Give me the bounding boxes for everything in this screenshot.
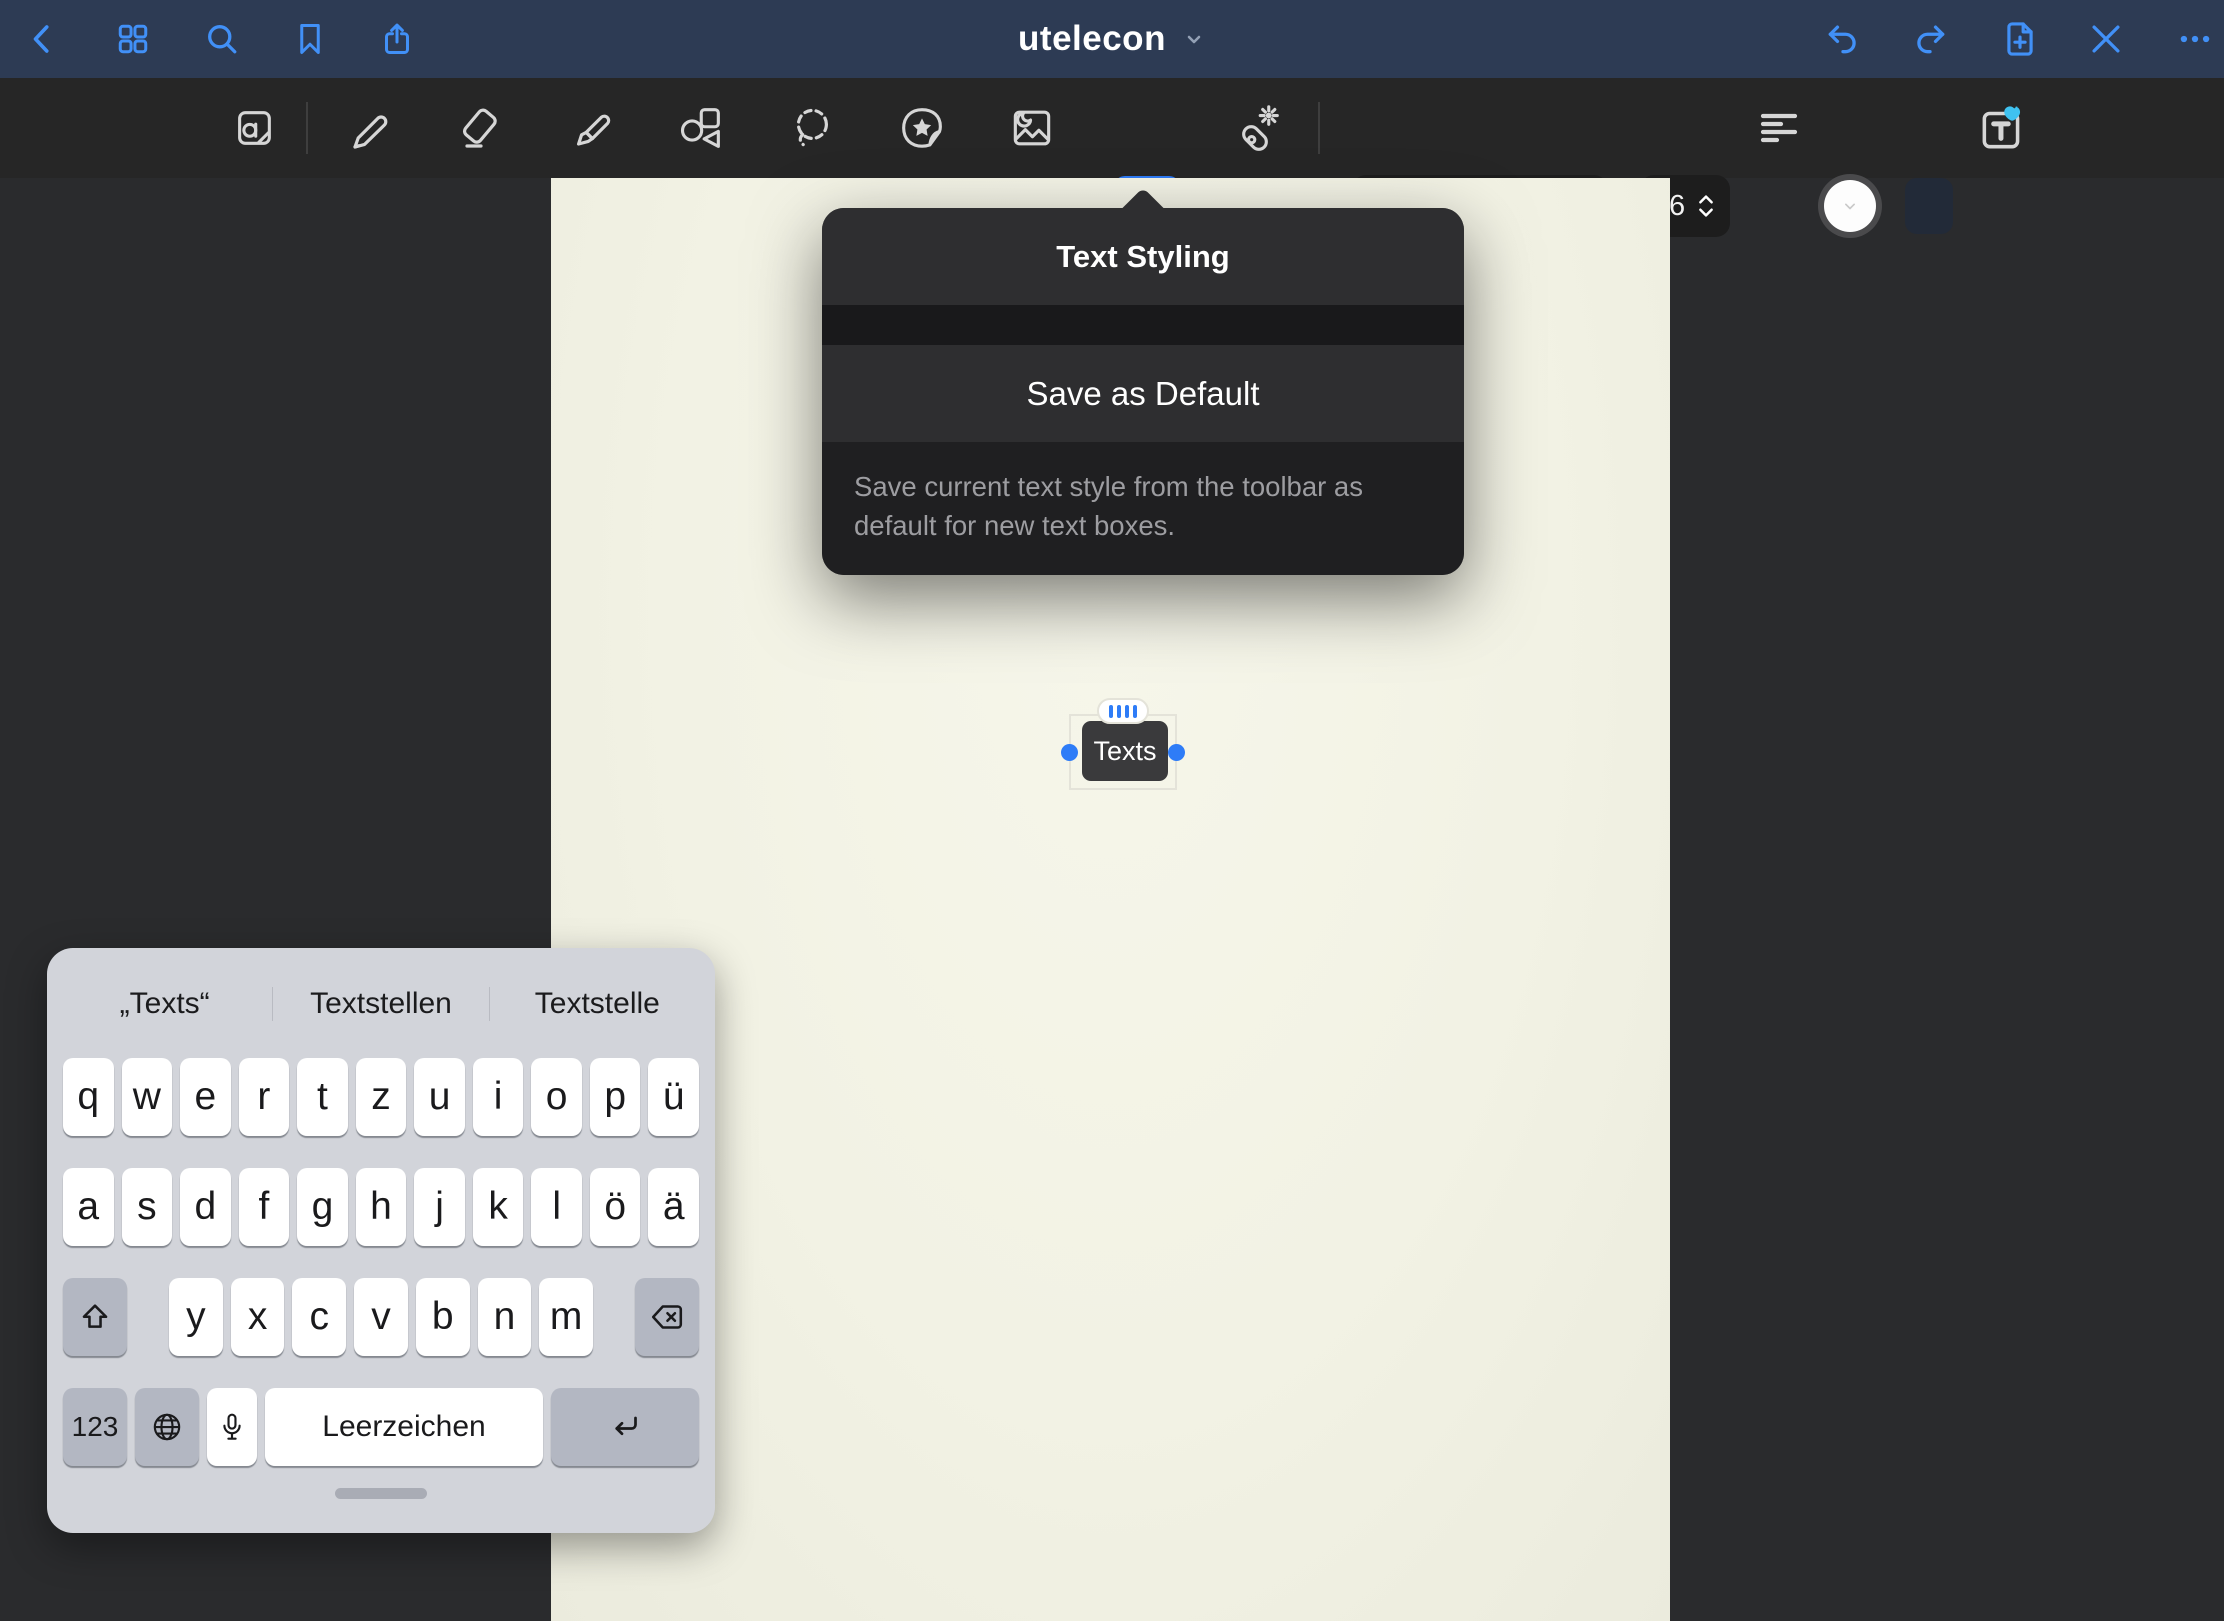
key-row-4: 123 Leerzeichen (63, 1388, 699, 1466)
shapes-tool-icon[interactable] (666, 78, 734, 178)
text-object-grip-handle[interactable] (1097, 698, 1149, 724)
suggestion-bar: „Texts“ Textstellen Textstelle (57, 962, 705, 1046)
key-x[interactable]: x (231, 1278, 285, 1356)
return-key[interactable] (551, 1388, 699, 1466)
key-h[interactable]: h (356, 1168, 407, 1246)
share-icon[interactable] (362, 0, 432, 78)
space-key[interactable]: Leerzeichen (265, 1388, 543, 1466)
more-icon[interactable] (2160, 0, 2224, 78)
bookmark-icon[interactable] (275, 0, 345, 78)
key-v[interactable]: v (354, 1278, 408, 1356)
key-g[interactable]: g (297, 1168, 348, 1246)
navbar: utelecon (0, 0, 2224, 78)
laser-tool-icon[interactable] (1221, 78, 1289, 178)
image-tool-icon[interactable] (998, 78, 1066, 178)
key-i[interactable]: i (473, 1058, 524, 1136)
swatch-chevron-icon (1840, 196, 1860, 216)
save-as-default-button[interactable]: Save as Default (822, 345, 1464, 442)
eraser-tool-icon[interactable] (446, 78, 514, 178)
key-q[interactable]: q (63, 1058, 114, 1136)
popover-title: Text Styling (822, 208, 1464, 305)
row3-spacer (135, 1278, 161, 1356)
text-object-label: Texts (1093, 736, 1156, 767)
key-d[interactable]: d (180, 1168, 231, 1246)
stepper-chevrons-icon (1695, 191, 1717, 221)
floating-keyboard: „Texts“ Textstellen Textstelle qwertzuio… (47, 948, 715, 1533)
highlighter-tool-icon[interactable] (559, 78, 627, 178)
app-window: utelecon (0, 0, 2224, 1621)
key-row-2: asdfghjklöä (63, 1168, 699, 1246)
pen-tool-icon[interactable] (335, 78, 403, 178)
key-o[interactable]: o (531, 1058, 582, 1136)
key-l[interactable]: l (531, 1168, 582, 1246)
popover-divider-band (822, 305, 1464, 345)
text-object[interactable]: Texts (1082, 721, 1168, 781)
search-icon[interactable] (187, 0, 257, 78)
pencil-x-icon[interactable] (2071, 0, 2141, 78)
row3-letters: yxcvbnm (169, 1278, 593, 1356)
key-c[interactable]: c (292, 1278, 346, 1356)
key-s[interactable]: s (122, 1168, 173, 1246)
toolbar: T HiraginoSans-... 16 (0, 78, 2224, 178)
row3-spacer (601, 1278, 627, 1356)
suggestion-2[interactable]: Textstelle (489, 987, 705, 1021)
text-object-left-resize-handle[interactable] (1061, 744, 1078, 761)
key-u[interactable]: u (414, 1058, 465, 1136)
shift-key[interactable] (63, 1278, 127, 1356)
sticker-tool-icon[interactable] (888, 78, 956, 178)
undo-icon[interactable] (1808, 0, 1878, 78)
globe-key[interactable] (135, 1388, 199, 1466)
back-icon[interactable] (8, 0, 78, 78)
key-ü[interactable]: ü (648, 1058, 699, 1136)
key-y[interactable]: y (169, 1278, 223, 1356)
grid-icon[interactable] (98, 0, 168, 78)
key-e[interactable]: e (180, 1058, 231, 1136)
key-row-1: qwertzuiopü (63, 1058, 699, 1136)
text-align-icon[interactable] (1745, 78, 1813, 178)
numbers-key[interactable]: 123 (63, 1388, 127, 1466)
key-k[interactable]: k (473, 1168, 524, 1246)
suggestion-1[interactable]: Textstellen (272, 987, 488, 1021)
key-row-3: yxcvbnm (63, 1278, 699, 1356)
toolbar-separator (306, 102, 308, 154)
redo-icon[interactable] (1895, 0, 1965, 78)
key-ä[interactable]: ä (648, 1168, 699, 1246)
title-chevron-icon (1182, 27, 1206, 51)
writing-aid-icon[interactable] (220, 78, 288, 178)
key-f[interactable]: f (239, 1168, 290, 1246)
key-j[interactable]: j (414, 1168, 465, 1246)
key-w[interactable]: w (122, 1058, 173, 1136)
lasso-tool-icon[interactable] (778, 78, 846, 178)
text-color-swatch[interactable] (1818, 174, 1882, 238)
key-z[interactable]: z (356, 1058, 407, 1136)
dictation-key[interactable] (207, 1388, 257, 1466)
backspace-key[interactable] (635, 1278, 699, 1356)
key-a[interactable]: a (63, 1168, 114, 1246)
document-title[interactable]: utelecon (1018, 19, 1166, 59)
keyboard-drag-handle[interactable] (335, 1488, 427, 1499)
text-style-favorite-icon[interactable] (1968, 78, 2036, 178)
key-t[interactable]: t (297, 1058, 348, 1136)
popover-description: Save current text style from the toolbar… (822, 442, 1464, 575)
key-p[interactable]: p (590, 1058, 641, 1136)
text-object-right-resize-handle[interactable] (1168, 744, 1185, 761)
inactive-swatch (1905, 178, 1953, 234)
key-m[interactable]: m (539, 1278, 593, 1356)
key-ö[interactable]: ö (590, 1168, 641, 1246)
toolbar-separator (1318, 102, 1320, 154)
text-styling-popover: Text Styling Save as Default Save curren… (822, 208, 1464, 575)
add-page-icon[interactable] (1985, 0, 2055, 78)
suggestion-quoted[interactable]: „Texts“ (57, 987, 272, 1021)
key-b[interactable]: b (416, 1278, 470, 1356)
key-r[interactable]: r (239, 1058, 290, 1136)
key-n[interactable]: n (478, 1278, 532, 1356)
